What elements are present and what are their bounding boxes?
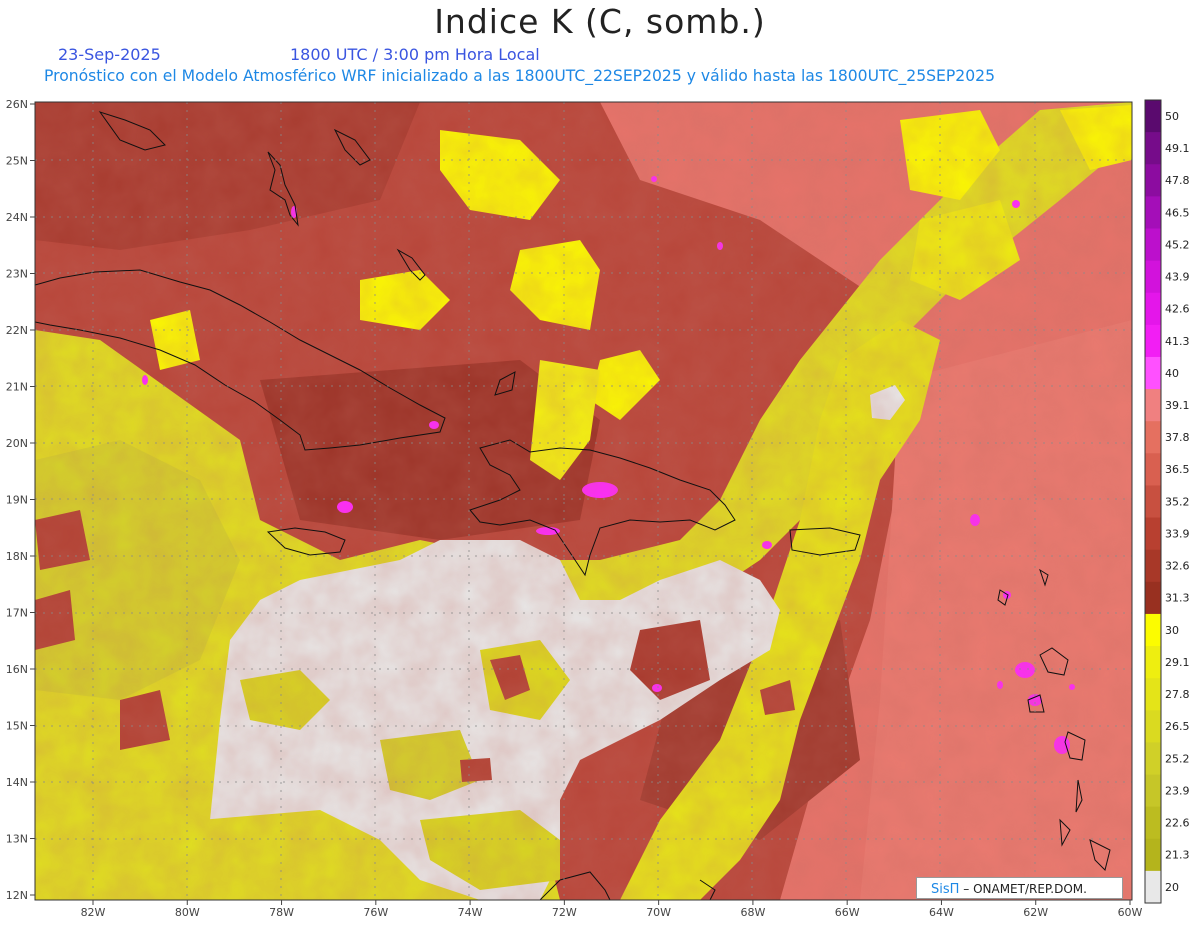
colorbar-label: 27.8 bbox=[1165, 688, 1190, 701]
colorbar-swatch bbox=[1145, 678, 1161, 711]
lon-tick-label: 64W bbox=[929, 906, 954, 919]
colorbar-label: 36.5 bbox=[1165, 463, 1190, 476]
latitude-axis: 26N 25N 24N 23N 22N 21N 20N 19N 18N 17N 16N 15N 14N 1… bbox=[6, 98, 35, 902]
lon-tick-label: 76W bbox=[363, 906, 388, 919]
colorbar-label: 37.8 bbox=[1165, 431, 1190, 444]
colorbar-swatch bbox=[1145, 164, 1161, 197]
lon-tick-label: 78W bbox=[269, 906, 294, 919]
lon-tick-label: 60W bbox=[1118, 906, 1143, 919]
lat-tick-label: 13N bbox=[6, 833, 28, 846]
colorbar-swatch bbox=[1145, 517, 1161, 551]
colorbar-label: 31.3 bbox=[1165, 592, 1190, 605]
lat-tick-label: 23N bbox=[6, 268, 28, 281]
colorbar-label: 43.9 bbox=[1165, 271, 1190, 284]
colorbar-swatch bbox=[1145, 132, 1161, 165]
lat-tick-label: 25N bbox=[6, 155, 28, 168]
colorbar-label: 42.6 bbox=[1165, 303, 1190, 316]
lon-tick-label: 66W bbox=[835, 906, 860, 919]
lat-tick-label: 12N bbox=[6, 889, 28, 902]
k-index-map: 26N 25N 24N 23N 22N 21N 20N 19N 18N 17N 16N 15N 14N 1… bbox=[6, 98, 1190, 919]
colorbar-swatch bbox=[1145, 581, 1161, 615]
colorbar-label: 39.1 bbox=[1165, 399, 1190, 412]
lat-tick-label: 20N bbox=[6, 437, 28, 450]
lat-tick-label: 24N bbox=[6, 211, 28, 224]
colorbar-label: 20 bbox=[1165, 881, 1179, 894]
lat-tick-label: 22N bbox=[6, 324, 28, 337]
colorbar-swatch bbox=[1145, 838, 1161, 872]
colorbar-swatch bbox=[1145, 356, 1161, 390]
colorbar-label: 26.5 bbox=[1165, 720, 1190, 733]
lon-tick-label: 70W bbox=[646, 906, 671, 919]
colorbar-swatch bbox=[1145, 228, 1161, 262]
colorbar-label: 33.9 bbox=[1165, 527, 1190, 540]
lat-tick-label: 21N bbox=[6, 381, 28, 394]
lon-tick-label: 72W bbox=[552, 906, 577, 919]
lat-tick-label: 17N bbox=[6, 607, 28, 620]
colorbar-swatch bbox=[1145, 742, 1161, 776]
lon-tick-label: 82W bbox=[81, 906, 106, 919]
lat-tick-label: 19N bbox=[6, 494, 28, 507]
lat-tick-label: 14N bbox=[6, 776, 28, 789]
lon-tick-label: 74W bbox=[458, 906, 483, 919]
colorbar-swatch bbox=[1145, 774, 1161, 808]
colorbar-swatch bbox=[1145, 260, 1161, 294]
colorbar-label: 50 bbox=[1165, 110, 1179, 123]
colorbar-swatch bbox=[1145, 485, 1161, 519]
colorbar-label: 23.9 bbox=[1165, 784, 1190, 797]
lon-tick-label: 68W bbox=[740, 906, 765, 919]
lat-tick-label: 26N bbox=[6, 98, 28, 111]
colorbar-label: 49.1 bbox=[1165, 142, 1190, 155]
colorbar-label: 45.2 bbox=[1165, 238, 1190, 251]
colorbar: 50 49.1 47.8 46.5 45.2 43.9 42.6 41.3 40 39.1 37.8… bbox=[1144, 99, 1190, 904]
colorbar-swatch bbox=[1145, 710, 1161, 743]
colorbar-swatch bbox=[1145, 100, 1161, 133]
colorbar-label: 46.5 bbox=[1165, 206, 1190, 219]
colorbar-label: 29.1 bbox=[1165, 656, 1190, 669]
colorbar-swatch bbox=[1145, 646, 1161, 679]
longitude-axis: 82W 80W 78W 76W 74W 72W 70W 68W 66W 64W 62W 60W bbox=[81, 900, 1143, 919]
credit-box: SisΠ – ONAMET/REP.DOM. bbox=[916, 877, 1123, 899]
colorbar-label: 40 bbox=[1165, 367, 1179, 380]
colorbar-label: 21.3 bbox=[1165, 849, 1190, 862]
colorbar-swatch bbox=[1145, 421, 1161, 454]
colorbar-swatch bbox=[1145, 613, 1161, 647]
colorbar-swatch bbox=[1145, 292, 1161, 326]
colorbar-label: 22.6 bbox=[1165, 817, 1190, 830]
colorbar-swatch bbox=[1145, 324, 1161, 358]
colorbar-label: 32.6 bbox=[1165, 560, 1190, 573]
lon-tick-label: 80W bbox=[175, 906, 200, 919]
lat-tick-label: 15N bbox=[6, 720, 28, 733]
lat-tick-label: 18N bbox=[6, 550, 28, 563]
lon-tick-label: 62W bbox=[1023, 906, 1048, 919]
colorbar-swatch bbox=[1145, 389, 1161, 422]
credit-brand: SisΠ bbox=[931, 882, 960, 897]
colorbar-swatch bbox=[1145, 870, 1161, 904]
colorbar-label: 30 bbox=[1165, 624, 1179, 637]
lat-tick-label: 16N bbox=[6, 663, 28, 676]
colorbar-label: 35.2 bbox=[1165, 495, 1190, 508]
colorbar-swatch bbox=[1145, 196, 1161, 229]
colorbar-label: 25.2 bbox=[1165, 752, 1190, 765]
colorbar-swatch bbox=[1145, 549, 1161, 583]
colorbar-swatch bbox=[1145, 453, 1161, 486]
map-field bbox=[35, 102, 1132, 900]
credit-text: – ONAMET/REP.DOM. bbox=[963, 882, 1087, 896]
colorbar-swatch bbox=[1145, 806, 1161, 840]
colorbar-label: 47.8 bbox=[1165, 174, 1190, 187]
colorbar-label: 41.3 bbox=[1165, 335, 1190, 348]
